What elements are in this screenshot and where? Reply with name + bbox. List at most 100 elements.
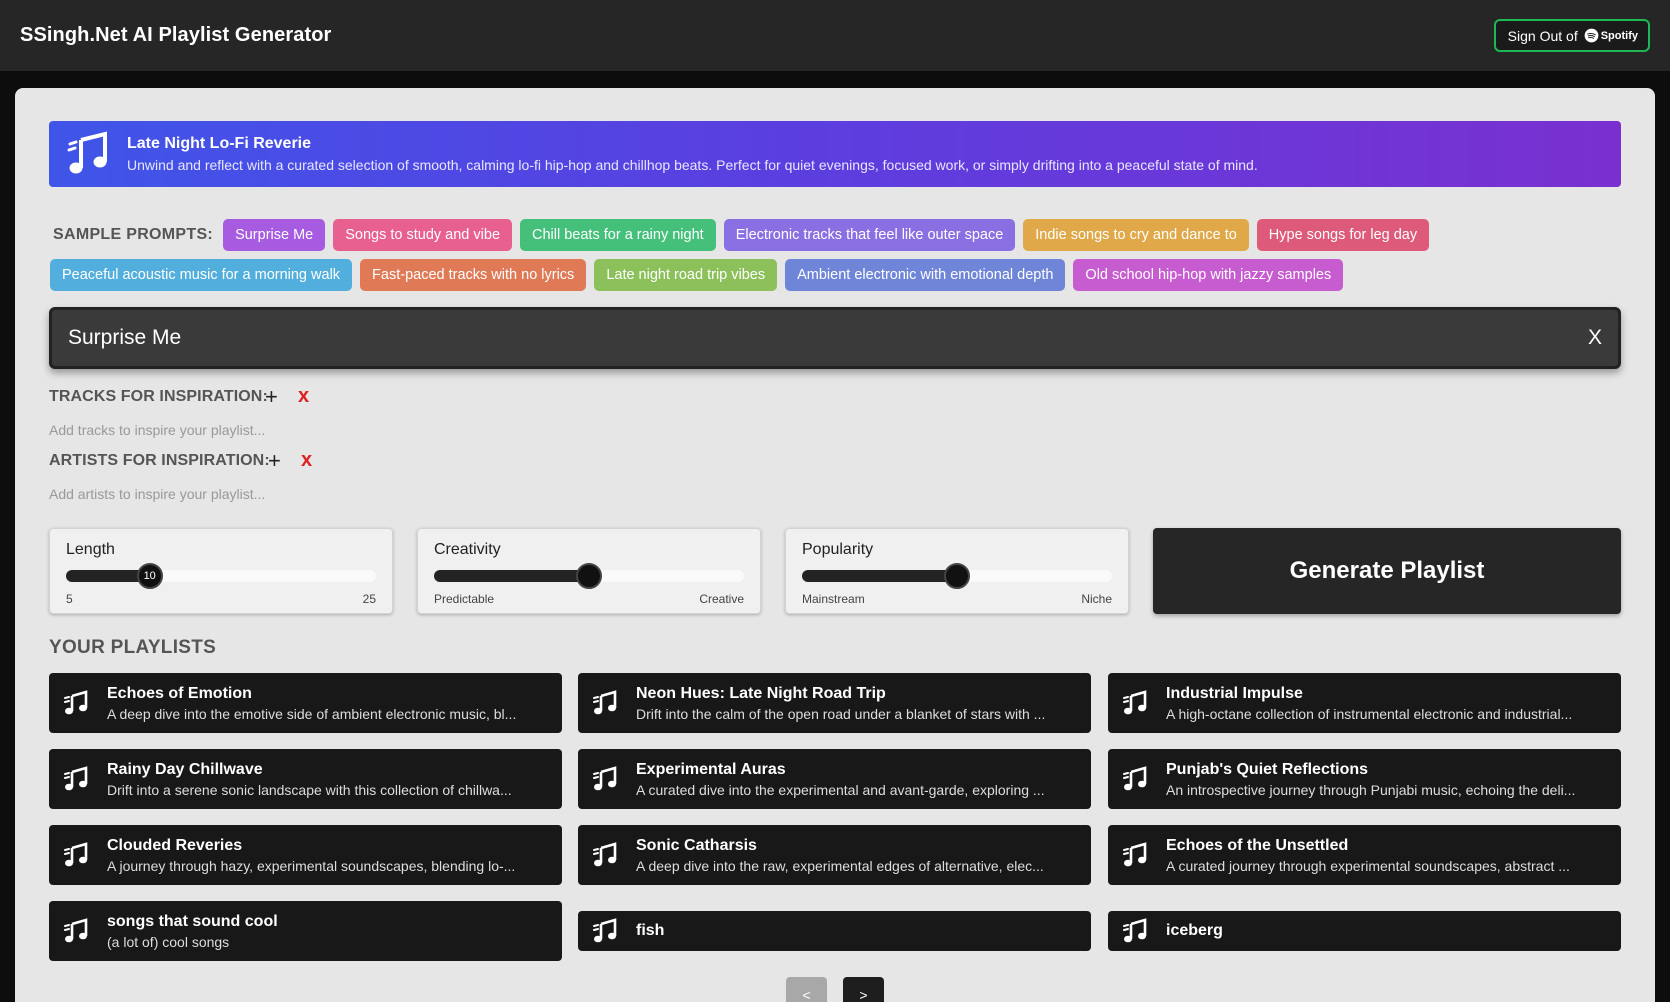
tracks-label: TRACKS FOR INSPIRATION:	[49, 388, 268, 405]
slider-max-label: Niche	[1081, 592, 1112, 606]
playlist-description: Drift into the calm of the open road und…	[636, 705, 1046, 722]
slider-min-label: Predictable	[434, 592, 495, 606]
playlist-description: A curated dive into the experimental and…	[636, 781, 1045, 798]
playlist-title: Rainy Day Chillwave	[107, 760, 263, 778]
playlist-description: A journey through hazy, experimental sou…	[107, 857, 516, 874]
music-note-icon	[593, 690, 617, 715]
playlist-title: Clouded Reveries	[107, 836, 243, 854]
playlist-description: An introspective journey through Punjabi…	[1166, 781, 1576, 798]
prompt-chip[interactable]: Late night road trip vibes	[594, 259, 778, 291]
music-note-icon	[1123, 918, 1147, 943]
generate-playlist-button[interactable]: Generate Playlist	[1153, 528, 1621, 614]
playlist-card[interactable]: Clouded Reveries A journey through hazy, …	[49, 825, 562, 885]
prev-page-button[interactable]: <	[786, 977, 827, 1002]
prompt-chip[interactable]: Chill beats for a rainy night	[520, 219, 716, 251]
prompt-input[interactable]: Surprise Me	[68, 326, 181, 350]
prompt-row: Peaceful acoustic music for a morning wa…	[50, 259, 1613, 291]
playlist-description: A deep dive into the raw, experimental e…	[636, 857, 1044, 874]
banner-title: Late Night Lo-Fi Reverie	[127, 135, 312, 152]
prompt-chip[interactable]: Songs to study and vibe	[333, 219, 513, 251]
prompt-chip[interactable]: Old school hip-hop with jazzy samples	[1073, 259, 1344, 291]
music-note-icon	[64, 690, 88, 715]
prompt-row: SAMPLE PROMPTS: Surprise Me Songs to stu…	[53, 219, 1613, 251]
playlist-description: A deep dive into the emotive side of amb…	[107, 705, 517, 722]
slider-thumb[interactable]	[576, 563, 602, 589]
artists-placeholder: Add artists to inspire your playlist...	[49, 486, 266, 502]
prompt-chip[interactable]: Ambient electronic with emotional depth	[785, 259, 1066, 291]
prompt-chip[interactable]: Fast-paced tracks with no lyrics	[360, 259, 587, 291]
length-slider: Length 10 5 25	[49, 528, 393, 614]
music-note-icon	[67, 131, 107, 174]
playlist-description: A high-octane collection of instrumental…	[1166, 705, 1573, 722]
next-page-button[interactable]: >	[843, 977, 884, 1002]
playlist-title: iceberg	[1166, 922, 1223, 939]
add-artist-button[interactable]: +	[268, 448, 281, 474]
slider-title: Popularity	[802, 541, 874, 558]
prompt-chip[interactable]: Hype songs for leg day	[1256, 219, 1430, 251]
slider-fill	[434, 570, 589, 582]
sign-out-label: Sign Out of	[1507, 27, 1578, 44]
playlist-card[interactable]: Sonic Catharsis A deep dive into the raw,…	[578, 825, 1091, 885]
playlist-card[interactable]: Industrial Impulse A high-octane collecti…	[1108, 673, 1621, 733]
slider-max-label: 25	[362, 592, 376, 606]
prompt-chip[interactable]: Electronic tracks that feel like outer s…	[723, 219, 1016, 251]
slider-thumb[interactable]	[944, 563, 970, 589]
prompt-chip[interactable]: Peaceful acoustic music for a morning wa…	[50, 259, 353, 291]
playlist-title: Neon Hues: Late Night Road Trip	[636, 684, 886, 702]
tracks-placeholder: Add tracks to inspire your playlist...	[49, 422, 266, 438]
your-playlists-title: YOUR PLAYLISTS	[49, 637, 217, 658]
playlist-card[interactable]: Echoes of Emotion A deep dive into the em…	[49, 673, 562, 733]
playlist-card[interactable]: iceberg	[1108, 911, 1621, 951]
slider-thumb[interactable]: 10	[136, 563, 163, 589]
slider-min-label: 5	[66, 592, 73, 606]
clear-prompt-button[interactable]: X	[1588, 326, 1602, 350]
clear-artists-button[interactable]: x	[301, 449, 312, 472]
playlist-title: Sonic Catharsis	[636, 836, 757, 854]
slider-track[interactable]: 10	[66, 563, 376, 589]
prompt-chip[interactable]: Indie songs to cry and dance to	[1023, 219, 1249, 251]
playlist-card[interactable]: fish	[578, 911, 1091, 951]
slider-fill	[802, 570, 957, 582]
prompt-input-box: Surprise Me X	[49, 307, 1621, 369]
creativity-slider: Creativity Predictable Creative	[417, 528, 761, 614]
playlist-card[interactable]: Experimental Auras A curated dive into th…	[578, 749, 1091, 809]
music-note-icon	[64, 918, 88, 943]
playlist-card[interactable]: Neon Hues: Late Night Road Trip Drift int…	[578, 673, 1091, 733]
playlist-card[interactable]: Punjab's Quiet Reflections An introspecti…	[1108, 749, 1621, 809]
slider-track[interactable]	[802, 563, 1112, 589]
app-title: SSingh.Net AI Playlist Generator	[20, 24, 332, 46]
music-note-icon	[1123, 842, 1147, 867]
slider-title: Length	[66, 541, 115, 558]
popularity-slider: Popularity Mainstream Niche	[785, 528, 1129, 614]
sample-prompts-label: SAMPLE PROMPTS:	[53, 226, 214, 243]
playlist-description: A curated journey through experimental s…	[1166, 857, 1570, 874]
artists-label: ARTISTS FOR INSPIRATION:	[49, 452, 270, 469]
banner-description: Unwind and reflect with a curated select…	[127, 157, 1258, 173]
sample-prompts: SAMPLE PROMPTS: Surprise Me Songs to stu…	[50, 219, 1613, 299]
playlist-card[interactable]: Rainy Day Chillwave Drift into a serene s…	[49, 749, 562, 809]
add-track-button[interactable]: +	[265, 384, 278, 410]
playlist-title: Industrial Impulse	[1166, 684, 1303, 702]
sign-out-button[interactable]: Sign Out of Spotify	[1493, 19, 1650, 52]
music-note-icon	[1123, 766, 1147, 791]
main-card: Late Night Lo-Fi Reverie Unwind and refl…	[15, 88, 1655, 1002]
slider-track[interactable]	[434, 563, 744, 589]
playlist-card[interactable]: songs that sound cool (a lot of) cool son…	[49, 901, 562, 961]
playlist-title: fish	[636, 922, 665, 939]
spotify-wordmark: Spotify	[1600, 29, 1638, 42]
music-note-icon	[1123, 690, 1147, 715]
playlist-card[interactable]: Echoes of the Unsettled A curated journey…	[1108, 825, 1621, 885]
music-note-icon	[64, 766, 88, 791]
playlist-title: Punjab's Quiet Reflections	[1166, 760, 1369, 778]
music-note-icon	[64, 842, 88, 867]
spotify-icon	[1584, 28, 1599, 43]
slider-min-label: Mainstream	[802, 592, 865, 606]
prompt-chip[interactable]: Surprise Me	[223, 219, 326, 251]
playlist-description: Drift into a serene sonic landscape with…	[107, 781, 512, 798]
playlist-title: Echoes of the Unsettled	[1166, 836, 1349, 854]
playlist-title: Experimental Auras	[636, 760, 786, 778]
music-note-icon	[593, 842, 617, 867]
music-note-icon	[593, 766, 617, 791]
spotify-logo: Spotify	[1584, 28, 1638, 43]
clear-tracks-button[interactable]: x	[298, 385, 309, 408]
